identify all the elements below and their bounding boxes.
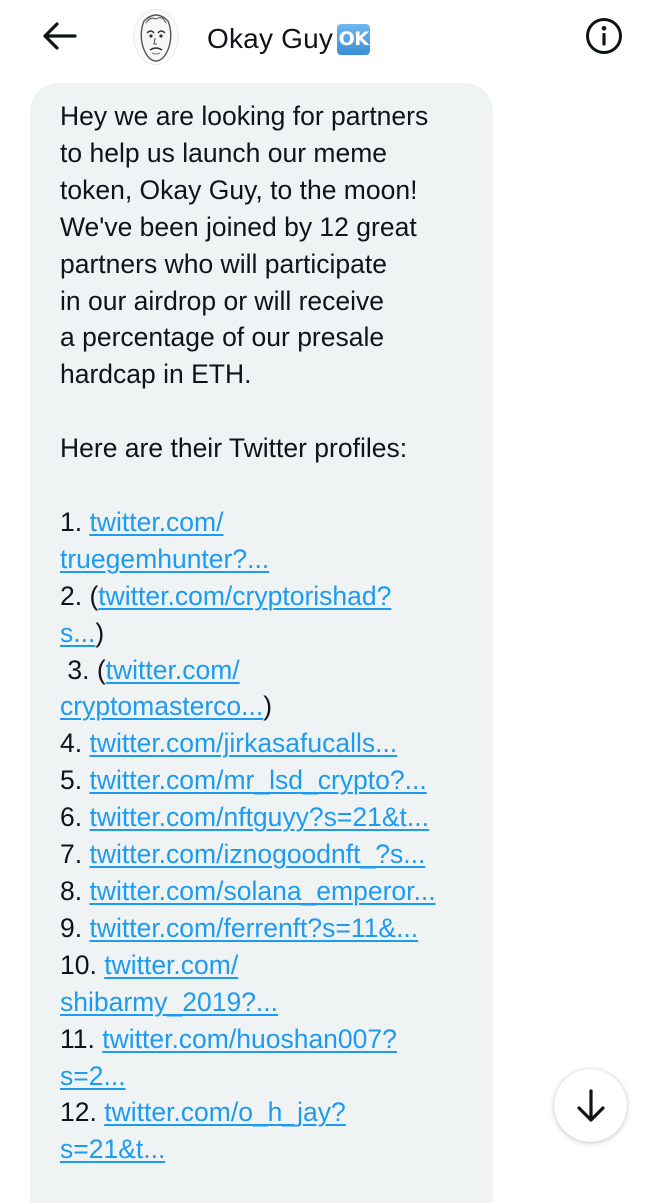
profile-item-9: 9. twitter.com/ferrenft?s=11&... bbox=[60, 910, 493, 947]
profile-link[interactable]: twitter.com/iznogoodnft_?s... bbox=[89, 839, 425, 869]
item-prefix: 2. ( bbox=[60, 580, 99, 611]
item-prefix: 12. bbox=[60, 1097, 105, 1128]
profile-item-1-cont: truegemhunter?... bbox=[60, 541, 493, 578]
conversation-header: Okay Guy OK bbox=[0, 0, 664, 78]
item-prefix: 10. bbox=[60, 949, 105, 980]
item-suffix: ) bbox=[95, 617, 105, 648]
profile-link[interactable]: twitter.com/ bbox=[104, 950, 238, 980]
profile-link[interactable]: twitter.com/ bbox=[89, 507, 223, 537]
profile-item-2: 2. (twitter.com/cryptorishad? bbox=[60, 578, 493, 615]
message-line: We've been joined by 12 great bbox=[60, 211, 417, 242]
profile-link[interactable]: twitter.com/cryptorishad? bbox=[98, 581, 391, 611]
profile-link[interactable]: twitter.com/o_h_jay? bbox=[104, 1097, 346, 1127]
profile-item-3: 3. (twitter.com/ bbox=[60, 652, 493, 689]
avatar[interactable] bbox=[133, 9, 179, 65]
profile-link[interactable]: truegemhunter?... bbox=[60, 544, 269, 574]
item-prefix: 7. bbox=[60, 839, 90, 870]
arrow-left-icon bbox=[43, 22, 77, 50]
message-line: in our airdrop or will receive bbox=[60, 285, 385, 316]
profile-link[interactable]: s... bbox=[60, 618, 95, 648]
item-prefix: 8. bbox=[60, 876, 90, 906]
profile-item-11-cont: s=2... bbox=[60, 1058, 493, 1095]
ok-emoji-badge: OK bbox=[337, 23, 371, 55]
profile-item-3-cont: cryptomasterco...) bbox=[60, 688, 493, 725]
message-bubble[interactable]: Hey we are looking for partners to help … bbox=[30, 83, 493, 1203]
arrow-down-icon bbox=[576, 1088, 605, 1122]
profile-link[interactable]: twitter.com/solana_emperor... bbox=[89, 876, 435, 906]
message-intro: Hey we are looking for partners to help … bbox=[60, 98, 493, 393]
item-prefix: 4. bbox=[60, 728, 90, 759]
item-prefix: 6. bbox=[60, 802, 90, 833]
profiles-heading: Here are their Twitter profiles: bbox=[60, 433, 408, 464]
conversation-name[interactable]: Okay Guy OK bbox=[207, 19, 371, 59]
profile-link[interactable]: twitter.com/huoshan007? bbox=[102, 1024, 397, 1054]
contact-name: Okay Guy bbox=[207, 23, 334, 54]
profile-item-11: 11. twitter.com/huoshan007? bbox=[60, 1021, 493, 1058]
message-line: partners who will participate bbox=[60, 248, 387, 279]
profile-link[interactable]: cryptomasterco... bbox=[60, 691, 263, 721]
profile-item-10-cont: shibarmy_2019?... bbox=[60, 984, 493, 1021]
message-line: to help us launch our meme bbox=[60, 137, 388, 168]
item-prefix: 3. ( bbox=[60, 654, 106, 685]
profile-item-4: 4. twitter.com/jirkasafucalls... bbox=[60, 725, 493, 762]
profile-link[interactable]: twitter.com/nftguyy?s=21&t... bbox=[89, 802, 429, 832]
profile-item-10: 10. twitter.com/ bbox=[60, 947, 493, 984]
info-circle-icon bbox=[586, 18, 622, 54]
message-line: token, Okay Guy, to the moon! bbox=[60, 174, 418, 205]
profile-link[interactable]: twitter.com/ bbox=[106, 655, 240, 685]
okay-guy-face-icon bbox=[140, 14, 172, 62]
back-button[interactable] bbox=[38, 16, 82, 56]
message-line: a percentage of our presale bbox=[60, 322, 385, 353]
profile-link[interactable]: twitter.com/ferrenft?s=11&... bbox=[89, 913, 418, 943]
profile-item-8: 8. twitter.com/solana_emperor... bbox=[60, 873, 493, 910]
profile-link[interactable]: twitter.com/mr_lsd_crypto?... bbox=[89, 765, 426, 795]
item-prefix: 9. bbox=[60, 912, 90, 943]
conversation-info-button[interactable] bbox=[582, 14, 626, 58]
profile-link[interactable]: s=2... bbox=[60, 1061, 126, 1091]
profile-item-5: 5. twitter.com/mr_lsd_crypto?... bbox=[60, 762, 493, 799]
item-prefix: 5. bbox=[60, 765, 90, 796]
item-suffix: ) bbox=[263, 691, 273, 722]
profile-link[interactable]: shibarmy_2019?... bbox=[60, 987, 278, 1017]
scroll-to-bottom-button[interactable] bbox=[554, 1069, 627, 1142]
profile-link[interactable]: twitter.com/jirkasafucalls... bbox=[89, 728, 397, 758]
profile-item-12-cont: s=21&t... bbox=[60, 1131, 493, 1168]
profile-item-2-cont: s...) bbox=[60, 615, 493, 652]
profile-link[interactable]: s=21&t... bbox=[60, 1134, 165, 1164]
item-prefix: 11. bbox=[60, 1023, 103, 1054]
message-line: hardcap in ETH. bbox=[60, 359, 252, 390]
message-line: Hey we are looking for partners bbox=[60, 101, 429, 131]
profile-item-6: 6. twitter.com/nftguyy?s=21&t... bbox=[60, 799, 493, 836]
profile-item-7: 7. twitter.com/iznogoodnft_?s... bbox=[60, 836, 493, 873]
profile-item-12: 12. twitter.com/o_h_jay? bbox=[60, 1094, 493, 1131]
item-prefix: 1. bbox=[60, 506, 90, 537]
profile-item-1: 1. twitter.com/ bbox=[60, 504, 493, 541]
